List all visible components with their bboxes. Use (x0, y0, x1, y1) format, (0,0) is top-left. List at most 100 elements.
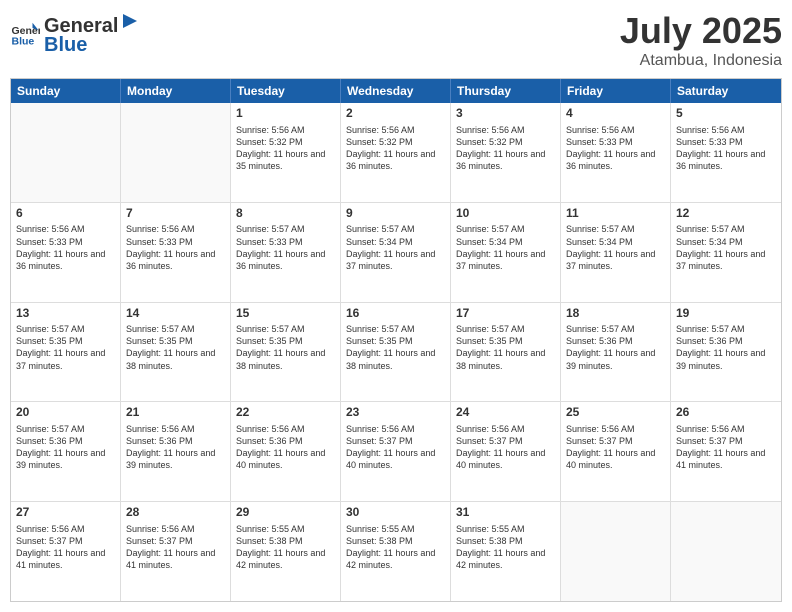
calendar-cell: 8Sunrise: 5:57 AMSunset: 5:33 PMDaylight… (231, 203, 341, 302)
day-number: 7 (126, 206, 225, 222)
calendar-row-2: 6Sunrise: 5:56 AMSunset: 5:33 PMDaylight… (11, 203, 781, 303)
calendar-cell: 6Sunrise: 5:56 AMSunset: 5:33 PMDaylight… (11, 203, 121, 302)
calendar-cell: 30Sunrise: 5:55 AMSunset: 5:38 PMDayligh… (341, 502, 451, 601)
day-number: 15 (236, 306, 335, 322)
header-day-friday: Friday (561, 79, 671, 103)
day-number: 11 (566, 206, 665, 222)
cell-info: Sunrise: 5:56 AMSunset: 5:37 PMDaylight:… (676, 423, 776, 472)
day-number: 9 (346, 206, 445, 222)
cell-info: Sunrise: 5:56 AMSunset: 5:36 PMDaylight:… (126, 423, 225, 472)
page: General Blue General Blue July 2025 Atam… (0, 0, 792, 612)
calendar-cell: 5 Sunrise: 5:56 AMSunset: 5:33 PMDaylight… (671, 103, 781, 202)
day-number: 12 (676, 206, 776, 222)
cell-info: Sunrise: 5:55 AMSunset: 5:38 PMDaylight:… (456, 523, 555, 572)
calendar-cell: 2 Sunrise: 5:56 AMSunset: 5:32 PMDaylight… (341, 103, 451, 202)
calendar-cell: 12Sunrise: 5:57 AMSunset: 5:34 PMDayligh… (671, 203, 781, 302)
day-number: 18 (566, 306, 665, 322)
day-number: 20 (16, 405, 115, 421)
calendar-cell: 29 Sunrise: 5:55 AMSunset: 5:38 PMDayligh… (231, 502, 341, 601)
cell-info: Sunrise: 5:56 AMSunset: 5:37 PMDaylight:… (346, 423, 445, 472)
calendar-cell: 11Sunrise: 5:57 AMSunset: 5:34 PMDayligh… (561, 203, 671, 302)
location: Atambua, Indonesia (620, 52, 782, 70)
cell-info: Sunrise: 5:57 AMSunset: 5:35 PMDaylight:… (126, 323, 225, 372)
day-number: 30 (346, 505, 445, 521)
cell-info: Sunrise: 5:57 AMSunset: 5:36 PMDaylight:… (16, 423, 115, 472)
cell-info: Sunrise: 5:56 AMSunset: 5:37 PMDaylight:… (16, 523, 115, 572)
calendar-cell: 17Sunrise: 5:57 AMSunset: 5:35 PMDayligh… (451, 303, 561, 402)
calendar-cell: 14Sunrise: 5:57 AMSunset: 5:35 PMDayligh… (121, 303, 231, 402)
day-number: 23 (346, 405, 445, 421)
cell-info: Sunrise: 5:56 AMSunset: 5:32 PMDaylight:… (456, 124, 555, 173)
cell-info: Sunrise: 5:56 AMSunset: 5:33 PMDaylight:… (676, 124, 776, 173)
calendar-cell: 7Sunrise: 5:56 AMSunset: 5:33 PMDaylight… (121, 203, 231, 302)
calendar-cell (561, 502, 671, 601)
calendar-body: 1 Sunrise: 5:56 AMSunset: 5:32 PMDaylight… (11, 103, 781, 601)
header-day-wednesday: Wednesday (341, 79, 451, 103)
calendar-cell: 19Sunrise: 5:57 AMSunset: 5:36 PMDayligh… (671, 303, 781, 402)
cell-info: Sunrise: 5:57 AMSunset: 5:35 PMDaylight:… (16, 323, 115, 372)
calendar-cell: 31Sunrise: 5:55 AMSunset: 5:38 PMDayligh… (451, 502, 561, 601)
day-number: 4 (566, 106, 665, 122)
calendar-cell: 16Sunrise: 5:57 AMSunset: 5:35 PMDayligh… (341, 303, 451, 402)
cell-info: Sunrise: 5:57 AMSunset: 5:33 PMDaylight:… (236, 223, 335, 272)
day-number: 17 (456, 306, 555, 322)
calendar-cell: 4 Sunrise: 5:56 AMSunset: 5:33 PMDaylight… (561, 103, 671, 202)
calendar-cell (121, 103, 231, 202)
day-number: 27 (16, 505, 115, 521)
day-number: 26 (676, 405, 776, 421)
day-number: 16 (346, 306, 445, 322)
calendar-row-3: 13Sunrise: 5:57 AMSunset: 5:35 PMDayligh… (11, 303, 781, 403)
logo-icon: General Blue (10, 19, 40, 49)
calendar-cell: 28Sunrise: 5:56 AMSunset: 5:37 PMDayligh… (121, 502, 231, 601)
day-number: 3 (456, 106, 555, 122)
day-number: 25 (566, 405, 665, 421)
svg-text:Blue: Blue (12, 35, 35, 47)
calendar-cell: 10Sunrise: 5:57 AMSunset: 5:34 PMDayligh… (451, 203, 561, 302)
cell-info: Sunrise: 5:57 AMSunset: 5:36 PMDaylight:… (566, 323, 665, 372)
calendar-cell: 13Sunrise: 5:57 AMSunset: 5:35 PMDayligh… (11, 303, 121, 402)
cell-info: Sunrise: 5:57 AMSunset: 5:34 PMDaylight:… (346, 223, 445, 272)
logo: General Blue General Blue (10, 10, 141, 57)
logo-arrow-icon (119, 10, 141, 32)
cell-info: Sunrise: 5:57 AMSunset: 5:36 PMDaylight:… (676, 323, 776, 372)
cell-info: Sunrise: 5:56 AMSunset: 5:36 PMDaylight:… (236, 423, 335, 472)
calendar: SundayMondayTuesdayWednesdayThursdayFrid… (10, 78, 782, 602)
day-number: 10 (456, 206, 555, 222)
day-number: 1 (236, 106, 335, 122)
cell-info: Sunrise: 5:56 AMSunset: 5:37 PMDaylight:… (456, 423, 555, 472)
day-number: 22 (236, 405, 335, 421)
day-number: 2 (346, 106, 445, 122)
cell-info: Sunrise: 5:57 AMSunset: 5:34 PMDaylight:… (456, 223, 555, 272)
cell-info: Sunrise: 5:56 AMSunset: 5:33 PMDaylight:… (16, 223, 115, 272)
cell-info: Sunrise: 5:57 AMSunset: 5:35 PMDaylight:… (236, 323, 335, 372)
day-number: 24 (456, 405, 555, 421)
header-day-saturday: Saturday (671, 79, 781, 103)
day-number: 21 (126, 405, 225, 421)
day-number: 5 (676, 106, 776, 122)
calendar-cell: 18Sunrise: 5:57 AMSunset: 5:36 PMDayligh… (561, 303, 671, 402)
calendar-cell: 27 Sunrise: 5:56 AMSunset: 5:37 PMDayligh… (11, 502, 121, 601)
header-day-sunday: Sunday (11, 79, 121, 103)
cell-info: Sunrise: 5:57 AMSunset: 5:34 PMDaylight:… (676, 223, 776, 272)
calendar-row-5: 27 Sunrise: 5:56 AMSunset: 5:37 PMDayligh… (11, 502, 781, 601)
day-number: 29 (236, 505, 335, 521)
cell-info: Sunrise: 5:55 AMSunset: 5:38 PMDaylight:… (236, 523, 335, 572)
cell-info: Sunrise: 5:56 AMSunset: 5:33 PMDaylight:… (566, 124, 665, 173)
calendar-cell: 26 Sunrise: 5:56 AMSunset: 5:37 PMDayligh… (671, 402, 781, 501)
calendar-cell: 3 Sunrise: 5:56 AMSunset: 5:32 PMDaylight… (451, 103, 561, 202)
day-number: 8 (236, 206, 335, 222)
calendar-cell: 20 Sunrise: 5:57 AMSunset: 5:36 PMDayligh… (11, 402, 121, 501)
cell-info: Sunrise: 5:56 AMSunset: 5:33 PMDaylight:… (126, 223, 225, 272)
calendar-row-1: 1 Sunrise: 5:56 AMSunset: 5:32 PMDaylight… (11, 103, 781, 203)
calendar-cell: 23 Sunrise: 5:56 AMSunset: 5:37 PMDayligh… (341, 402, 451, 501)
cell-info: Sunrise: 5:56 AMSunset: 5:32 PMDaylight:… (346, 124, 445, 173)
day-number: 13 (16, 306, 115, 322)
calendar-cell (671, 502, 781, 601)
calendar-cell (11, 103, 121, 202)
cell-info: Sunrise: 5:56 AMSunset: 5:37 PMDaylight:… (566, 423, 665, 472)
cell-info: Sunrise: 5:57 AMSunset: 5:35 PMDaylight:… (456, 323, 555, 372)
calendar-cell: 24 Sunrise: 5:56 AMSunset: 5:37 PMDayligh… (451, 402, 561, 501)
day-number: 6 (16, 206, 115, 222)
day-number: 14 (126, 306, 225, 322)
calendar-cell: 21 Sunrise: 5:56 AMSunset: 5:36 PMDayligh… (121, 402, 231, 501)
